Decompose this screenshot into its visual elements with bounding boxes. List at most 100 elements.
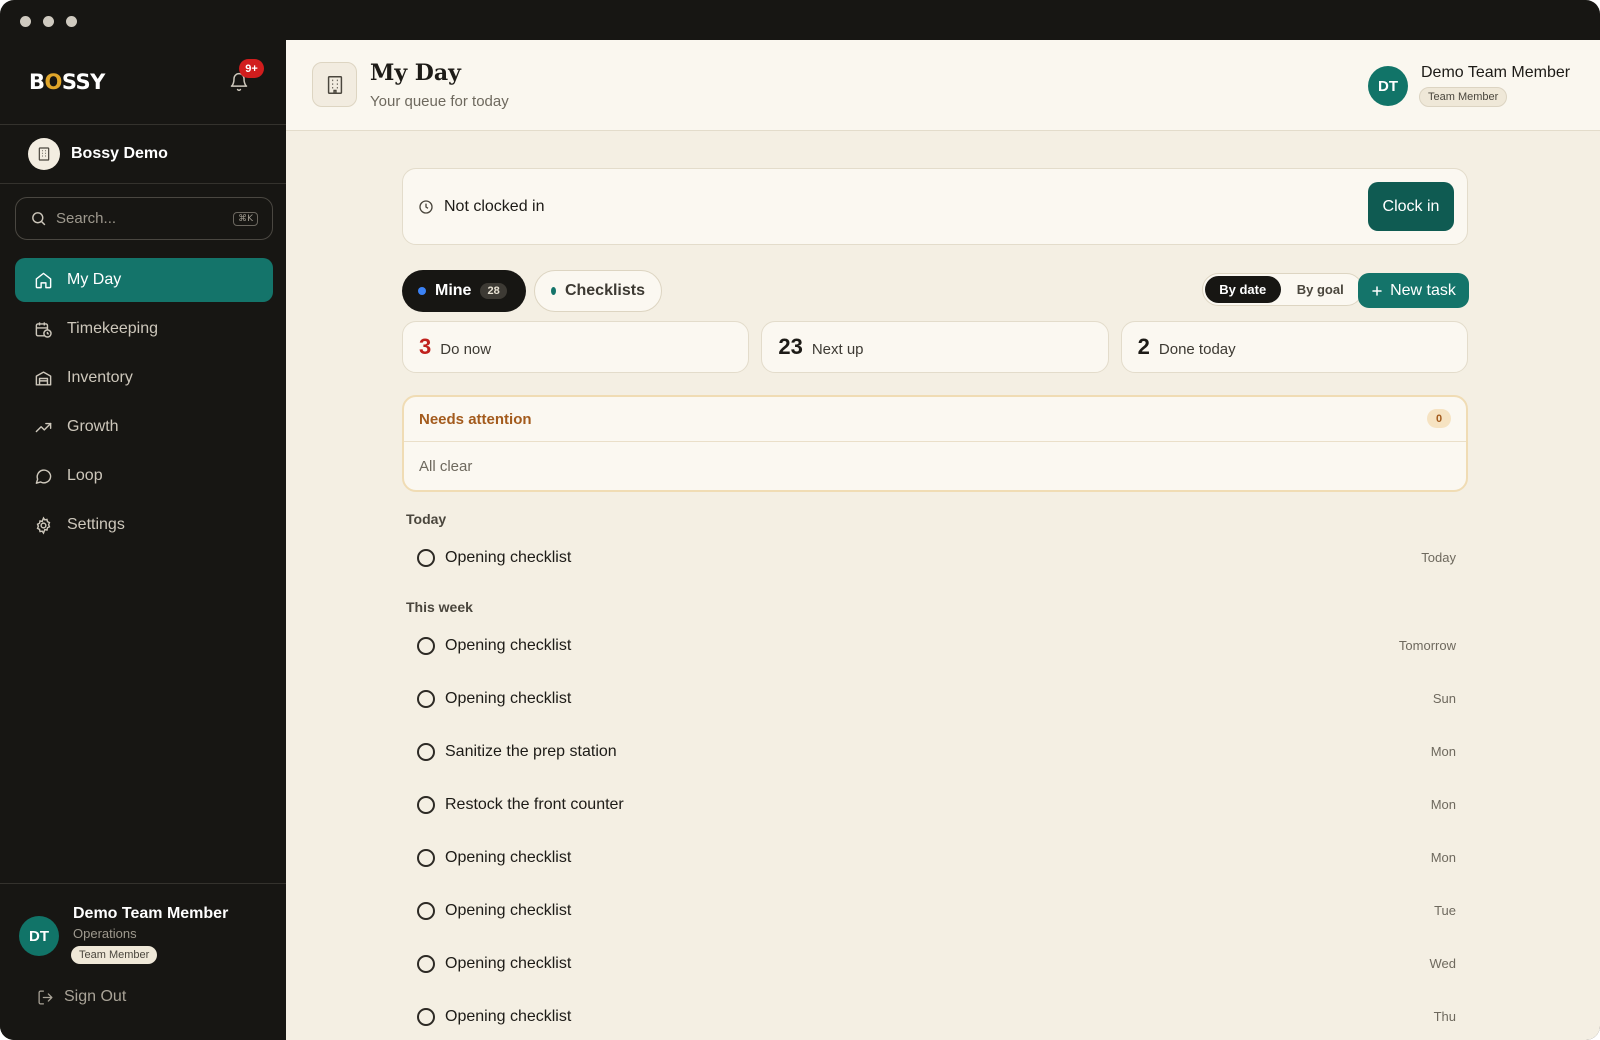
sidebar-item-loop[interactable]: Loop xyxy=(15,454,273,498)
page-title: My Day xyxy=(370,60,461,86)
task-title: Restock the front counter xyxy=(445,795,624,813)
sidebar-item-label: My Day xyxy=(67,271,122,288)
window-minimize-button[interactable] xyxy=(43,16,54,27)
task-row[interactable]: Opening checklist Thu xyxy=(402,990,1468,1040)
task-checkbox[interactable] xyxy=(417,954,435,973)
filter-mine-count: 28 xyxy=(480,283,507,299)
search-icon xyxy=(32,212,46,226)
sidebar-item-inventory[interactable]: Inventory xyxy=(15,356,273,400)
user-name: Demo Team Member xyxy=(73,905,229,922)
search-shortcut: ⌘K xyxy=(233,211,258,226)
sidebar-item-my-day[interactable]: My Day xyxy=(15,258,273,302)
task-due: Tomorrow xyxy=(1398,638,1456,653)
task-checkbox[interactable] xyxy=(417,795,435,814)
task-checkbox[interactable] xyxy=(417,848,435,867)
org-name: Bossy Demo xyxy=(71,145,168,162)
stat-label: Do now xyxy=(440,341,492,358)
section-label: Today xyxy=(406,511,447,527)
search-placeholder: Search... xyxy=(56,210,117,227)
sign-out-label: Sign Out xyxy=(64,988,127,1005)
task-row[interactable]: Sanitize the prep station Mon xyxy=(402,725,1468,778)
user-role-badge: Team Member xyxy=(71,946,158,964)
logo-text: B xyxy=(29,70,45,94)
task-checkbox[interactable] xyxy=(417,689,435,708)
sort-toggle: By date By goal xyxy=(1202,273,1363,306)
header-user-name: Demo Team Member xyxy=(1421,64,1571,81)
new-task-label: New task xyxy=(1390,281,1456,299)
sign-out-button[interactable]: Sign Out xyxy=(37,988,126,1006)
task-row[interactable]: Opening checklist Tue xyxy=(402,884,1468,937)
stat-next-up[interactable]: 23 Next up xyxy=(761,321,1109,373)
task-row[interactable]: Opening checklist Sun xyxy=(402,672,1468,725)
warehouse-icon xyxy=(35,370,52,386)
trending-up-icon xyxy=(35,422,52,432)
home-icon xyxy=(35,272,52,288)
window-zoom-button[interactable] xyxy=(66,16,77,27)
clock-in-button[interactable]: Clock in xyxy=(1368,182,1454,231)
task-due: Mon xyxy=(1430,744,1456,759)
dot-icon xyxy=(418,287,426,295)
main-content: My Day Your queue for today DT Demo Team… xyxy=(286,40,1600,1040)
new-task-button[interactable]: New task xyxy=(1358,273,1469,308)
task-title: Opening checklist xyxy=(445,636,572,654)
task-list: Opening checklist Today xyxy=(402,531,1468,584)
sort-by-goal[interactable]: By goal xyxy=(1281,276,1360,303)
sidebar-item-settings[interactable]: Settings xyxy=(15,503,273,547)
header-user-role-badge: Team Member xyxy=(1419,87,1508,107)
task-section-today: Today Opening checklist Today xyxy=(402,511,1468,584)
stat-value: 23 xyxy=(778,334,803,359)
task-row[interactable]: Opening checklist Mon xyxy=(402,831,1468,884)
task-due: Sun xyxy=(1432,691,1456,706)
message-circle-icon xyxy=(35,468,52,484)
page-header: My Day Your queue for today DT Demo Team… xyxy=(286,40,1600,131)
task-checkbox[interactable] xyxy=(417,1007,435,1026)
task-title: Opening checklist xyxy=(445,848,572,866)
task-row[interactable]: Opening checklist Today xyxy=(402,531,1468,584)
search-input[interactable]: Search... ⌘K xyxy=(15,197,273,240)
filter-checklists[interactable]: Checklists xyxy=(534,270,662,312)
avatar[interactable]: DT xyxy=(1368,66,1408,106)
task-title: Opening checklist xyxy=(445,1007,572,1025)
sidebar-item-label: Timekeeping xyxy=(67,320,159,337)
page-subtitle: Your queue for today xyxy=(370,93,509,110)
task-checkbox[interactable] xyxy=(417,548,435,567)
stat-do-now[interactable]: 3 Do now xyxy=(402,321,750,373)
section-label: This week xyxy=(406,599,473,615)
needs-attention-header[interactable]: Needs attention xyxy=(404,397,1466,442)
task-due: Mon xyxy=(1430,850,1456,865)
task-title: Opening checklist xyxy=(445,548,572,566)
needs-attention-panel: Needs attention 0 All clear xyxy=(402,395,1468,492)
org-switcher[interactable]: Bossy Demo xyxy=(0,125,286,184)
task-checkbox[interactable] xyxy=(417,901,435,920)
task-due: Today xyxy=(1421,550,1456,565)
avatar[interactable]: DT xyxy=(19,916,59,956)
building-icon xyxy=(28,138,60,170)
notification-badge[interactable]: 9+ xyxy=(239,59,264,78)
filter-mine-label: Mine xyxy=(435,282,472,299)
app-window: BOSSY 9+ Bossy Demo Search... ⌘K My Day xyxy=(0,0,1600,1040)
my-day-queue: Not clocked in Clock in Mine 28 Checklis… xyxy=(402,168,1469,1040)
gear-icon xyxy=(36,515,51,535)
stat-done-today[interactable]: 2 Done today xyxy=(1120,321,1468,373)
filter-mine[interactable]: Mine 28 xyxy=(402,270,526,312)
logo[interactable]: BOSSY xyxy=(29,70,105,94)
window-controls xyxy=(20,16,77,27)
task-section-this-week: This week Opening checklist Tomorrow Ope… xyxy=(402,599,1468,1040)
task-row[interactable]: Restock the front counter Mon xyxy=(402,778,1468,831)
task-row[interactable]: Opening checklist Tomorrow xyxy=(402,619,1468,672)
sidebar-item-timekeeping[interactable]: Timekeeping xyxy=(15,307,273,351)
window-close-button[interactable] xyxy=(20,16,31,27)
sidebar-item-label: Inventory xyxy=(67,369,133,386)
sidebar-item-growth[interactable]: Growth xyxy=(15,405,273,449)
sort-by-date[interactable]: By date xyxy=(1205,276,1281,303)
task-title: Opening checklist xyxy=(445,901,572,919)
task-stats: 3 Do now 23 Next up 2 Done today xyxy=(402,321,1468,373)
task-row[interactable]: Opening checklist Wed xyxy=(402,937,1468,990)
stat-value: 3 xyxy=(419,334,432,359)
filter-checklists-label: Checklists xyxy=(564,282,645,299)
plus-icon xyxy=(1372,285,1382,296)
building-icon xyxy=(312,62,357,107)
stat-value: 2 xyxy=(1137,334,1150,359)
task-checkbox[interactable] xyxy=(417,636,435,655)
task-checkbox[interactable] xyxy=(417,742,435,761)
